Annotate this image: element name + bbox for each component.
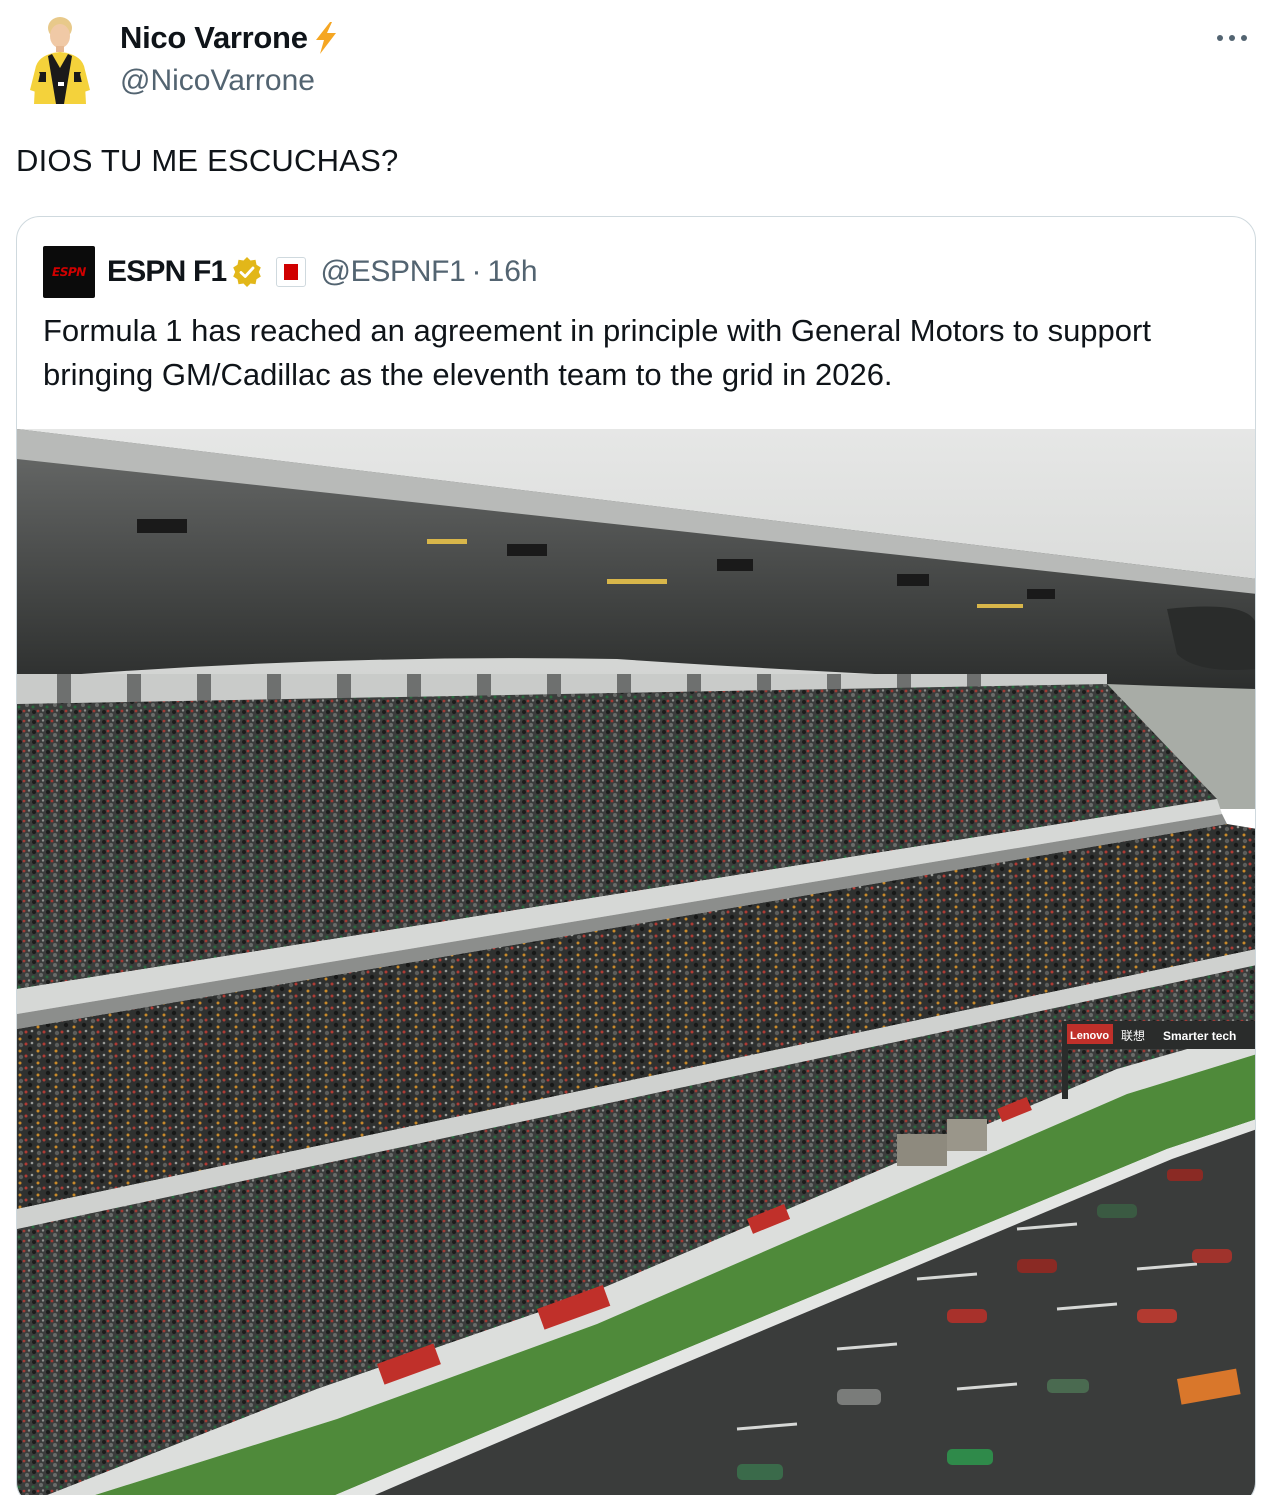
- quoted-tweet-text: Formula 1 has reached an agreement in pr…: [43, 313, 1151, 392]
- quoted-tweet-time[interactable]: 16h: [488, 255, 538, 289]
- author-name-text[interactable]: Nico Varrone: [120, 20, 308, 56]
- tweet: Nico Varrone @NicoVarrone DIOS TU ME ESC…: [0, 0, 1280, 1495]
- gantry-slogan-text: Smarter tech: [1163, 1029, 1236, 1043]
- quoted-author-handle[interactable]: @ESPNF1: [320, 255, 465, 289]
- quoted-author-name[interactable]: ESPN F1: [107, 255, 227, 289]
- quoted-tweet-image[interactable]: Lenovo 联想 Smarter tech: [17, 429, 1255, 1495]
- espn-logo-text: ESPN: [50, 265, 88, 279]
- quoted-tweet-header: ESPN ESPN F1 @ESPNF1 · 16h: [43, 246, 538, 298]
- quoted-tweet[interactable]: ESPN ESPN F1 @ESPNF1 · 16h Formula 1 has…: [16, 216, 1256, 1495]
- affiliate-badge-icon[interactable]: [276, 257, 307, 287]
- gantry-brand-text: Lenovo: [1070, 1030, 1109, 1042]
- separator-dot: ·: [471, 255, 482, 288]
- espn-logo[interactable]: ESPN: [43, 246, 95, 298]
- tweet-text: DIOS TU ME ESCUCHAS?: [16, 143, 399, 178]
- author-name[interactable]: Nico Varrone: [120, 20, 340, 56]
- author-handle[interactable]: @NicoVarrone: [120, 64, 315, 98]
- gantry-chinese-text: 联想: [1121, 1028, 1145, 1043]
- more-options-button[interactable]: [1212, 18, 1252, 58]
- author-avatar[interactable]: [22, 12, 98, 106]
- lightning-bolt-icon: [310, 20, 340, 56]
- ellipsis-icon: [1217, 35, 1247, 41]
- verified-badge-icon: [232, 257, 262, 287]
